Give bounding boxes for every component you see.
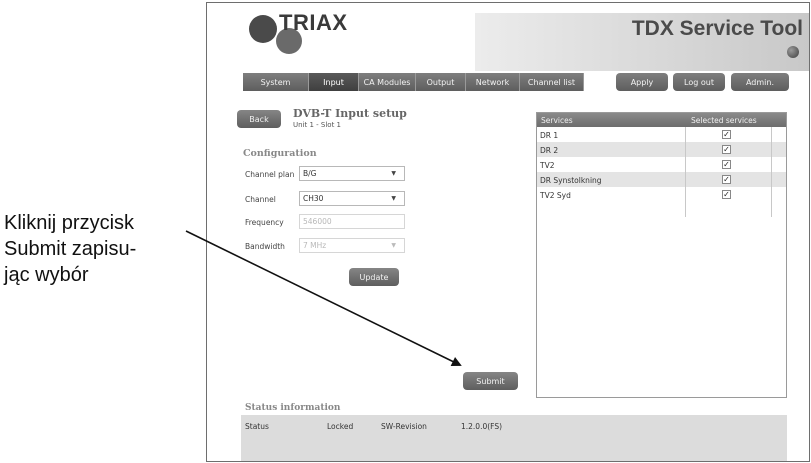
status-panel: Status Locked SW-Revision 1.2.0.0(FS) — [241, 415, 787, 461]
logo-text: TRIAX — [279, 10, 348, 35]
status-heading: Status information — [245, 403, 341, 413]
page-title: DVB-T Input setup — [293, 107, 407, 120]
table-row: DR 2 ✓ — [537, 142, 786, 157]
frequency-value: 546000 — [303, 217, 332, 226]
header: TRIAX TDX Service Tool — [207, 3, 809, 71]
callout-line-3: jąc wybór — [4, 264, 89, 286]
channel-plan-value: B/G — [303, 169, 317, 178]
tab-channel-list[interactable]: Channel list — [520, 73, 584, 91]
column-divider — [685, 127, 686, 217]
channel-plan-label: Channel plan — [245, 170, 295, 179]
configuration-heading: Configuration — [243, 148, 317, 159]
chevron-down-icon: ▼ — [391, 242, 396, 249]
page-subtitle: Unit 1 - Slot 1 — [293, 121, 341, 129]
frequency-label: Frequency — [245, 218, 284, 227]
app-title: TDX Service Tool — [631, 17, 803, 40]
service-name: TV2 — [540, 161, 555, 170]
back-button[interactable]: Back — [237, 110, 281, 128]
service-checkbox[interactable]: ✓ — [722, 130, 731, 139]
service-checkbox[interactable]: ✓ — [722, 145, 731, 154]
service-name: DR 2 — [540, 146, 559, 155]
sw-revision-value: 1.2.0.0(FS) — [461, 422, 503, 431]
update-button[interactable]: Update — [349, 268, 399, 286]
status-label: Status — [245, 422, 269, 431]
channel-plan-select[interactable]: B/G ▼ — [299, 166, 405, 181]
instruction-callout: Kliknij przycisk Submit zapisu- jąc wybó… — [4, 210, 194, 288]
tab-system[interactable]: System — [243, 73, 309, 91]
services-column-header: Services — [541, 116, 573, 125]
service-checkbox[interactable]: ✓ — [722, 160, 731, 169]
service-checkbox[interactable]: ✓ — [722, 190, 731, 199]
chevron-down-icon: ▼ — [391, 170, 396, 177]
sw-revision-label: SW-Revision — [381, 422, 427, 431]
service-checkbox[interactable]: ✓ — [722, 175, 731, 184]
frequency-field: 546000 — [299, 214, 405, 229]
triax-logo: TRIAX — [247, 9, 367, 59]
table-row: DR 1 ✓ — [537, 127, 786, 142]
callout-line-2: Submit zapisu- — [4, 238, 137, 260]
apply-button[interactable]: Apply — [616, 73, 668, 91]
admin-button[interactable]: Admin. — [731, 73, 789, 91]
main-nav: System Input CA Modules Output Network C… — [243, 73, 809, 91]
channel-value: CH30 — [303, 194, 324, 203]
tab-ca-modules[interactable]: CA Modules — [359, 73, 416, 91]
tab-input[interactable]: Input — [309, 73, 359, 91]
channel-label: Channel — [245, 195, 276, 204]
status-led-icon — [787, 46, 799, 58]
submit-button[interactable]: Submit — [463, 372, 518, 390]
service-name: DR Synstolkning — [540, 176, 602, 185]
services-table: Services Selected services DR 1 ✓ DR 2 ✓… — [536, 112, 787, 398]
tab-network[interactable]: Network — [466, 73, 520, 91]
chevron-down-icon: ▼ — [391, 195, 396, 202]
bandwidth-value: 7 MHz — [303, 241, 327, 250]
service-name: DR 1 — [540, 131, 559, 140]
tab-output[interactable]: Output — [416, 73, 466, 91]
table-row: TV2 ✓ — [537, 157, 786, 172]
table-row: TV2 Syd ✓ — [537, 187, 786, 202]
service-name: TV2 Syd — [540, 191, 571, 200]
callout-line-1: Kliknij przycisk — [4, 212, 135, 234]
channel-select[interactable]: CH30 ▼ — [299, 191, 405, 206]
status-value: Locked — [327, 422, 354, 431]
column-divider — [771, 127, 772, 217]
logout-button[interactable]: Log out — [673, 73, 725, 91]
table-row: DR Synstolkning ✓ — [537, 172, 786, 187]
selected-services-column-header: Selected services — [691, 116, 757, 125]
bandwidth-label: Bandwidth — [245, 242, 285, 251]
services-table-header: Services Selected services — [537, 113, 786, 127]
app-window: TRIAX TDX Service Tool System Input CA M… — [206, 2, 810, 462]
bandwidth-select: 7 MHz ▼ — [299, 238, 405, 253]
